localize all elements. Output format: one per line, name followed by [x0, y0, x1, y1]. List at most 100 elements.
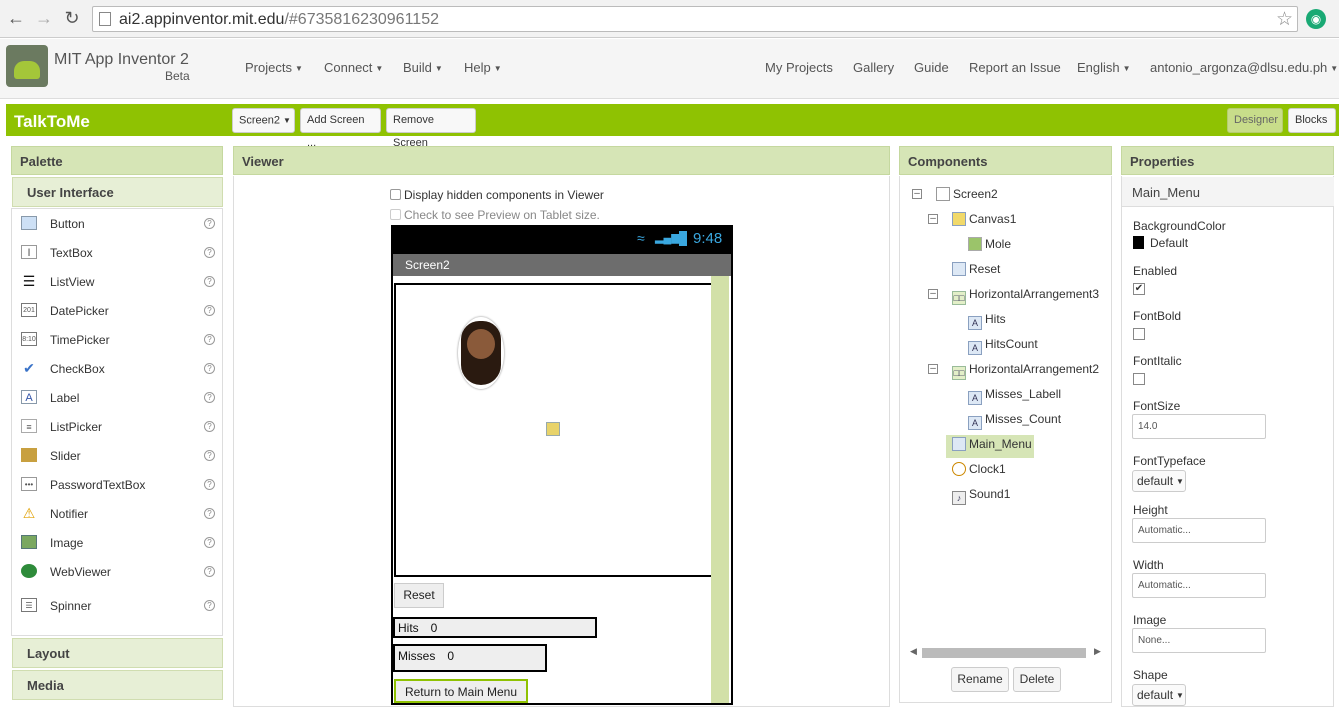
tree-node-horizontalarrangement2[interactable]: □□ HorizontalArrangement2 — [952, 362, 1099, 382]
palette-item-checkbox[interactable]: ✔ CheckBox? — [12, 355, 223, 383]
tree-node-mole[interactable]: Mole — [968, 237, 1011, 257]
help-icon[interactable]: ? — [204, 218, 215, 229]
prop-image-input[interactable]: None... — [1132, 628, 1266, 653]
sprite-placeholder-icon[interactable] — [546, 422, 560, 436]
prop-backgroundcolor-value[interactable]: Default — [1133, 236, 1188, 250]
extension-icon[interactable]: ◉ — [1306, 9, 1326, 29]
tree-node-hitscount[interactable]: A HitsCount — [968, 337, 1038, 357]
address-bar[interactable]: ai2.appinventor.mit.edu/#673581623096115… — [92, 6, 1298, 32]
tree-node-screen2[interactable]: Screen2 — [936, 187, 998, 207]
remove-screen-button[interactable]: Remove Screen — [386, 108, 476, 149]
help-icon[interactable]: ? — [204, 508, 215, 519]
menu-build[interactable]: Build ▼ — [403, 60, 443, 75]
palette-item-listpicker[interactable]: ≡ ListPicker? — [12, 413, 223, 441]
menu-connect[interactable]: Connect ▼ — [324, 60, 383, 75]
help-icon[interactable]: ? — [204, 600, 215, 611]
show-hidden-option[interactable]: Display hidden components in Viewer — [390, 188, 604, 202]
prop-shape-select[interactable]: default ▼ — [1132, 684, 1186, 706]
prop-fonttypeface-select[interactable]: default ▼ — [1132, 470, 1186, 492]
palette-section-layout[interactable]: Layout — [12, 638, 223, 668]
help-icon[interactable]: ? — [204, 450, 215, 461]
prop-fonttypeface-value: default — [1137, 474, 1174, 488]
tablet-preview-option[interactable]: Check to see Preview on Tablet size. — [390, 208, 600, 222]
reset-button[interactable]: Reset — [394, 583, 444, 608]
help-icon[interactable]: ? — [204, 247, 215, 258]
prop-height-input[interactable]: Automatic... — [1132, 518, 1266, 543]
menu-help[interactable]: Help ▼ — [464, 60, 502, 75]
palette-section-media[interactable]: Media — [12, 670, 223, 700]
menu-projects[interactable]: Projects ▼ — [245, 60, 303, 75]
scroll-thumb[interactable] — [922, 648, 1086, 658]
help-icon[interactable]: ? — [204, 305, 215, 316]
phone-scrollbar[interactable] — [711, 276, 729, 703]
collapse-toggle-icon[interactable]: – — [928, 214, 938, 224]
tree-node-clock1[interactable]: Clock1 — [952, 462, 1006, 482]
scroll-left-icon[interactable]: ◀ — [910, 646, 917, 657]
misses-arrangement[interactable]: Misses 0 — [393, 644, 547, 672]
user-menu[interactable]: antonio_argonza@dlsu.edu.ph ▼ — [1150, 60, 1338, 75]
reload-icon[interactable]: ↻ — [62, 8, 82, 28]
help-icon[interactable]: ? — [204, 421, 215, 432]
bookmark-star-icon[interactable]: ☆ — [1276, 8, 1293, 31]
help-icon[interactable]: ? — [204, 566, 215, 577]
link-guide[interactable]: Guide — [914, 60, 949, 75]
show-hidden-checkbox[interactable] — [390, 189, 401, 200]
palette-item-webviewer[interactable]: WebViewer? — [12, 558, 223, 586]
components-horizontal-scrollbar[interactable]: ◀ ▶ — [908, 646, 1104, 660]
help-icon[interactable]: ? — [204, 334, 215, 345]
designer-button[interactable]: Designer — [1227, 108, 1283, 133]
scroll-right-icon[interactable]: ▶ — [1094, 646, 1101, 657]
tree-node-misses-count[interactable]: A Misses_Count — [968, 412, 1061, 432]
screen-select-button[interactable]: Screen2 ▼ — [232, 108, 295, 133]
add-screen-button[interactable]: Add Screen ... — [300, 108, 381, 149]
tree-node-main-menu[interactable]: Main_Menu — [946, 435, 1034, 458]
help-icon[interactable]: ? — [204, 537, 215, 548]
palette-item-image[interactable]: Image? — [12, 529, 223, 557]
app-inventor-logo[interactable] — [6, 45, 48, 87]
prop-fontitalic-checkbox[interactable] — [1133, 373, 1145, 385]
help-icon[interactable]: ? — [204, 392, 215, 403]
tree-node-horizontalarrangement3[interactable]: □□ HorizontalArrangement3 — [952, 287, 1099, 307]
forward-arrow-icon[interactable]: → — [34, 8, 54, 28]
tree-node-misses-labell[interactable]: A Misses_Labell — [968, 387, 1061, 407]
palette-item-slider[interactable]: Slider? — [12, 442, 223, 470]
collapse-toggle-icon[interactable]: – — [928, 289, 938, 299]
tree-node-sound1[interactable]: ♪ Sound1 — [952, 487, 1010, 507]
help-icon[interactable]: ? — [204, 363, 215, 374]
help-icon[interactable]: ? — [204, 479, 215, 490]
tree-node-hits[interactable]: A Hits — [968, 312, 1006, 332]
delete-button[interactable]: Delete — [1013, 667, 1061, 692]
mole-sprite-image[interactable] — [458, 317, 504, 389]
prop-fontbold-checkbox[interactable] — [1133, 328, 1145, 340]
palette-item-label[interactable]: A Label? — [12, 384, 223, 412]
tree-node-canvas1[interactable]: Canvas1 — [952, 212, 1016, 232]
language-menu[interactable]: English ▼ — [1077, 60, 1131, 75]
blocks-button[interactable]: Blocks — [1288, 108, 1336, 133]
help-icon[interactable]: ? — [204, 276, 215, 287]
palette-item-spinner[interactable]: ☰ Spinner? — [12, 592, 223, 620]
link-report-issue[interactable]: Report an Issue — [969, 60, 1061, 75]
prop-enabled-checkbox[interactable]: ✔ — [1133, 283, 1145, 295]
palette-item-passwordtextbox[interactable]: ••• PasswordTextBox? — [12, 471, 223, 499]
link-gallery[interactable]: Gallery — [853, 60, 894, 75]
tablet-preview-checkbox[interactable] — [390, 209, 401, 220]
prop-fontsize-input[interactable]: 14.0 — [1132, 414, 1266, 439]
prop-width-input[interactable]: Automatic... — [1132, 573, 1266, 598]
hits-arrangement[interactable]: Hits 0 — [393, 617, 597, 638]
return-main-menu-button[interactable]: Return to Main Menu — [394, 679, 528, 703]
palette-section-user-interface[interactable]: User Interface — [12, 177, 223, 207]
palette-item-button[interactable]: Button? — [12, 210, 223, 238]
link-my-projects[interactable]: My Projects — [765, 60, 833, 75]
palette-item-notifier[interactable]: ⚠ Notifier? — [12, 500, 223, 528]
canvas1[interactable] — [394, 283, 713, 577]
collapse-toggle-icon[interactable]: – — [928, 364, 938, 374]
palette-item-datepicker[interactable]: 201 DatePicker? — [12, 297, 223, 325]
collapse-toggle-icon[interactable]: – — [912, 189, 922, 199]
screen-body[interactable]: Reset Hits 0 Misses 0 Return to Main Menu — [393, 276, 731, 703]
palette-item-textbox[interactable]: I TextBox? — [12, 239, 223, 267]
tree-node-reset[interactable]: Reset — [952, 262, 1000, 282]
palette-item-timepicker[interactable]: 8:10 TimePicker? — [12, 326, 223, 354]
back-arrow-icon[interactable]: ← — [6, 8, 26, 28]
rename-button[interactable]: Rename — [951, 667, 1009, 692]
palette-item-listview[interactable]: ☰ ListView? — [12, 268, 223, 296]
